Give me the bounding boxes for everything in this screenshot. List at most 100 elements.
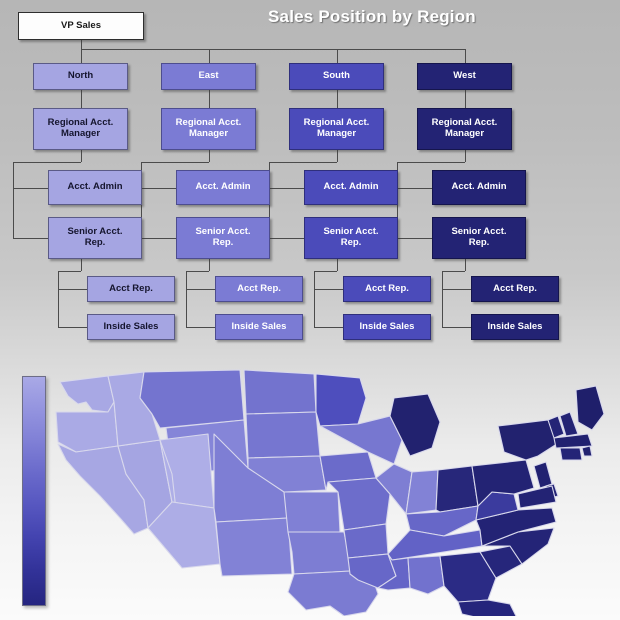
node-region-west-label: West: [453, 70, 476, 82]
connector-spine-senior-3: [397, 238, 432, 239]
connector-region-manager-1: [209, 90, 210, 108]
node-acct-rep-east-label: Acct Rep.: [237, 282, 281, 294]
node-senior-rep-west-label: Senior Acct. Rep.: [451, 226, 507, 248]
connector-manager-drop-1: [209, 150, 210, 162]
node-inside-sales-south[interactable]: Inside Sales: [343, 314, 431, 340]
node-acct-admin-west-label: Acct. Admin: [451, 181, 507, 193]
node-acct-admin-east-label: Acct. Admin: [195, 181, 251, 193]
connector-spine-inside-2: [314, 327, 343, 328]
node-regional-manager-north-label: Regional Acct. Manager: [47, 117, 114, 139]
connector-manager-elbow-2: [269, 162, 337, 163]
node-regional-manager-west[interactable]: Regional Acct. Manager: [417, 108, 512, 150]
chart-canvas: Sales Position by Region VP Sales North Re…: [0, 0, 620, 620]
connector-spine-admin-0: [13, 187, 48, 189]
node-acct-rep-north-label: Acct Rep.: [109, 282, 153, 294]
map-state-ri: [581, 445, 593, 457]
node-regional-manager-south-label: Regional Acct. Manager: [303, 117, 370, 139]
connector-spine-admin-1: [141, 187, 176, 189]
node-region-south-label: South: [323, 70, 350, 82]
node-acct-admin-west[interactable]: Acct. Admin: [432, 170, 526, 205]
connector-spine-inside-0: [58, 327, 87, 328]
connector-spine-inside-3: [442, 327, 471, 328]
map-state-nm: [215, 517, 293, 577]
node-inside-sales-east[interactable]: Inside Sales: [215, 314, 303, 340]
connector-spine-rep-1: [186, 289, 215, 290]
node-region-east-label: East: [198, 70, 219, 82]
map-state-ar: [343, 523, 389, 559]
connector-spine-inside-1: [186, 327, 215, 328]
map-state-mn: [315, 373, 367, 427]
connector-bus-to-west: [465, 49, 466, 63]
map-state-nd: [243, 369, 317, 415]
connector-spine-senior-0: [13, 238, 48, 239]
node-acct-rep-south-label: Acct Rep.: [365, 282, 409, 294]
connector-senior-drop-0: [81, 259, 82, 271]
node-senior-rep-south[interactable]: Senior Acct. Rep.: [304, 217, 398, 259]
map-state-al: [407, 555, 445, 595]
connector-spine-admin-3: [397, 187, 432, 189]
connector-senior-drop-1: [209, 259, 210, 271]
node-acct-admin-north[interactable]: Acct. Admin: [48, 170, 142, 205]
node-region-east[interactable]: East: [161, 63, 256, 90]
map-state-mt: [139, 369, 245, 429]
map-state-nj: [533, 461, 553, 489]
node-acct-rep-north[interactable]: Acct Rep.: [87, 276, 175, 302]
connector-bus-to-south: [337, 49, 338, 63]
node-region-west[interactable]: West: [417, 63, 512, 90]
node-inside-sales-west[interactable]: Inside Sales: [471, 314, 559, 340]
node-vp-sales[interactable]: VP Sales: [18, 12, 144, 40]
node-acct-rep-east[interactable]: Acct Rep.: [215, 276, 303, 302]
node-regional-manager-east[interactable]: Regional Acct. Manager: [161, 108, 256, 150]
node-acct-admin-south-label: Acct. Admin: [323, 181, 379, 193]
node-acct-rep-west[interactable]: Acct Rep.: [471, 276, 559, 302]
connector-spine-rep-3: [442, 289, 471, 290]
page-title: Sales Position by Region: [268, 7, 476, 26]
map-state-wa: [59, 375, 115, 413]
node-acct-rep-south[interactable]: Acct Rep.: [343, 276, 431, 302]
connector-senior-spine-1: [186, 271, 187, 327]
node-senior-rep-north-label: Senior Acct. Rep.: [67, 226, 123, 248]
node-regional-manager-south[interactable]: Regional Acct. Manager: [289, 108, 384, 150]
node-region-south[interactable]: South: [289, 63, 384, 90]
node-inside-sales-north[interactable]: Inside Sales: [87, 314, 175, 340]
node-acct-admin-north-label: Acct. Admin: [67, 181, 123, 193]
connector-manager-drop-2: [337, 150, 338, 162]
connector-root-bus: [81, 49, 466, 50]
node-inside-sales-north-label: Inside Sales: [103, 320, 159, 332]
map-state-oh: [435, 465, 479, 513]
map-state-fl: [457, 599, 517, 616]
connector-manager-drop-0: [81, 150, 82, 162]
connector-manager-elbow-0: [13, 162, 81, 163]
node-senior-rep-east[interactable]: Senior Acct. Rep.: [176, 217, 270, 259]
node-inside-sales-south-label: Inside Sales: [359, 320, 415, 332]
connector-region-manager-2: [337, 90, 338, 108]
connector-senior-drop-2: [337, 259, 338, 271]
connector-region-manager-3: [465, 90, 466, 108]
connector-senior-elbow-0: [58, 271, 81, 272]
node-region-north-label: North: [67, 70, 94, 82]
color-scale-legend: [22, 376, 46, 606]
node-senior-rep-south-label: Senior Acct. Rep.: [323, 226, 379, 248]
connector-manager-spine-0: [13, 162, 14, 238]
node-regional-manager-north[interactable]: Regional Acct. Manager: [33, 108, 128, 150]
node-region-north[interactable]: North: [33, 63, 128, 90]
connector-senior-drop-3: [465, 259, 466, 271]
node-inside-sales-east-label: Inside Sales: [231, 320, 287, 332]
node-inside-sales-west-label: Inside Sales: [487, 320, 543, 332]
node-vp-sales-label: VP Sales: [61, 19, 101, 31]
connector-bus-to-north: [81, 49, 82, 63]
connector-bus-to-east: [209, 49, 210, 63]
connector-region-manager-0: [81, 90, 82, 108]
connector-spine-senior-1: [141, 238, 176, 239]
connector-spine-admin-2: [269, 187, 304, 189]
node-senior-rep-north[interactable]: Senior Acct. Rep.: [48, 217, 142, 259]
node-senior-rep-east-label: Senior Acct. Rep.: [195, 226, 251, 248]
connector-senior-spine-3: [442, 271, 443, 327]
node-acct-admin-east[interactable]: Acct. Admin: [176, 170, 270, 205]
map-state-sd: [245, 411, 321, 459]
connector-root-stem: [81, 40, 82, 49]
node-senior-rep-west[interactable]: Senior Acct. Rep.: [432, 217, 526, 259]
node-acct-admin-south[interactable]: Acct. Admin: [304, 170, 398, 205]
node-acct-rep-west-label: Acct Rep.: [493, 282, 537, 294]
connector-manager-elbow-3: [397, 162, 465, 163]
